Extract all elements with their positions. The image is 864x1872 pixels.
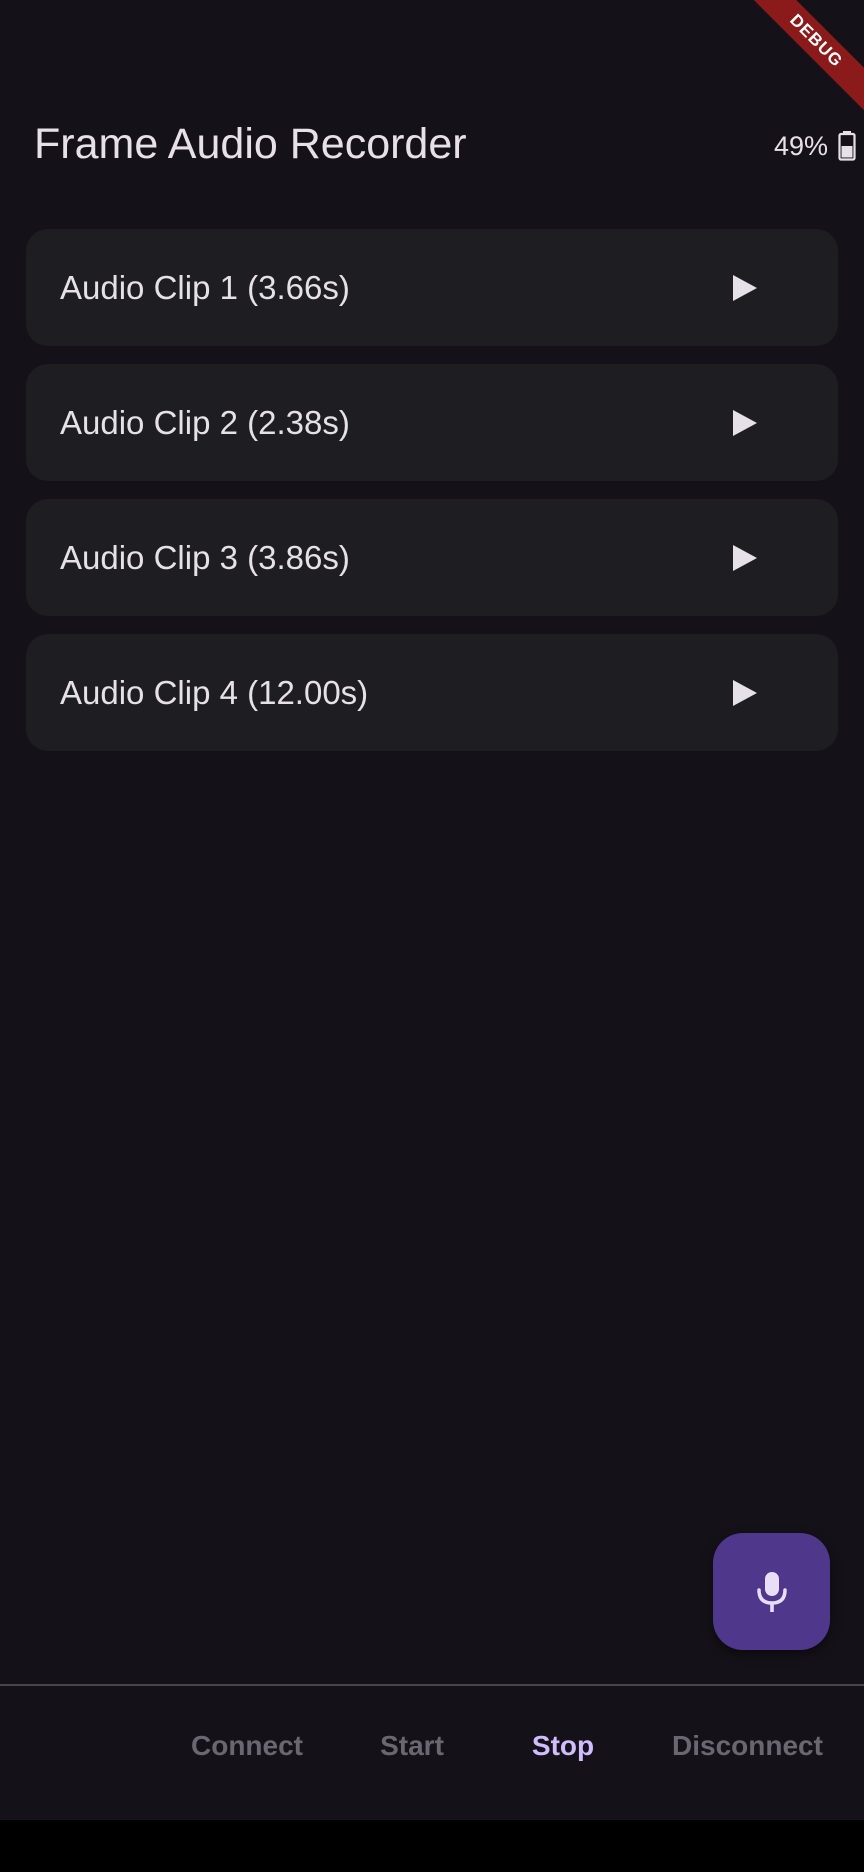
audio-clip-item[interactable]: Audio Clip 1 (3.66s) bbox=[26, 229, 838, 346]
battery-percentage: 49% bbox=[774, 131, 829, 161]
app-title: Frame Audio Recorder bbox=[34, 120, 467, 168]
connect-button[interactable]: Connect bbox=[180, 1716, 314, 1776]
play-icon bbox=[733, 680, 757, 706]
audio-clip-item[interactable]: Audio Clip 2 (2.38s) bbox=[26, 364, 838, 481]
audio-clip-item[interactable]: Audio Clip 3 (3.86s) bbox=[26, 499, 838, 616]
play-button[interactable] bbox=[716, 529, 774, 587]
audio-clip-label: Audio Clip 2 (2.38s) bbox=[60, 404, 350, 441]
play-icon bbox=[733, 275, 757, 301]
play-button[interactable] bbox=[716, 394, 774, 452]
mic-icon bbox=[756, 1571, 787, 1612]
play-icon bbox=[733, 410, 757, 436]
battery-icon bbox=[838, 131, 856, 161]
audio-clip-label: Audio Clip 1 (3.66s) bbox=[60, 269, 350, 306]
audio-clip-label: Audio Clip 4 (12.00s) bbox=[60, 674, 369, 711]
stop-button[interactable]: Stop bbox=[510, 1716, 616, 1776]
bottom-action-bar: Connect Start Stop Disconnect bbox=[0, 1686, 864, 1820]
record-fab-button[interactable] bbox=[713, 1533, 830, 1650]
play-button[interactable] bbox=[716, 259, 774, 317]
start-button[interactable]: Start bbox=[356, 1716, 468, 1776]
play-icon bbox=[733, 545, 757, 571]
play-button[interactable] bbox=[716, 664, 774, 722]
app-screen: DEBUG Frame Audio Recorder 49% Audio Cli… bbox=[0, 0, 864, 1820]
disconnect-button[interactable]: Disconnect bbox=[660, 1716, 835, 1776]
audio-clip-item[interactable]: Audio Clip 4 (12.00s) bbox=[26, 634, 838, 751]
audio-clip-label: Audio Clip 3 (3.86s) bbox=[60, 539, 350, 576]
system-nav-area bbox=[0, 1820, 864, 1872]
audio-clip-list: Audio Clip 1 (3.66s) Audio Clip 2 (2.38s… bbox=[26, 229, 838, 769]
debug-banner: DEBUG bbox=[734, 0, 864, 123]
